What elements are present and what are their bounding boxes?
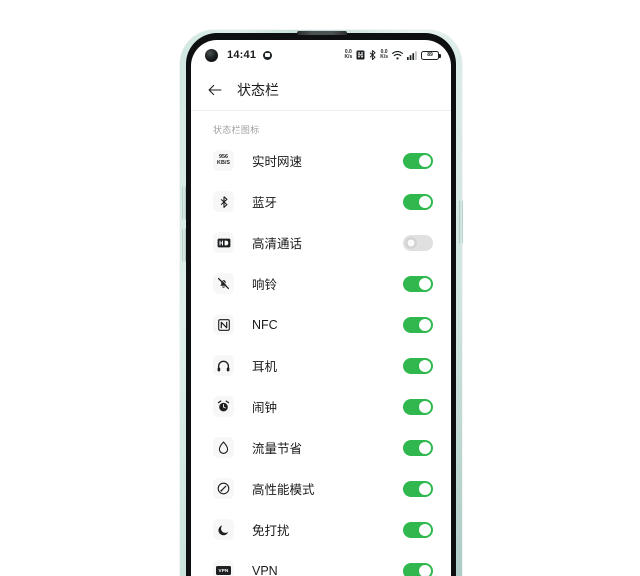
status-bar-right-icons: 0.0 K/s 0.0 K/s 89	[344, 49, 441, 60]
toggle-switch[interactable]	[403, 275, 433, 292]
vpn-icon: VPN	[213, 560, 234, 576]
performance-icon	[213, 478, 234, 499]
list-item-label: 响铃	[252, 278, 278, 292]
alarm-clock-icon	[213, 396, 234, 417]
volume-down-button[interactable]	[182, 228, 186, 262]
moon-icon	[213, 519, 234, 540]
list-item-label: 高清通话	[252, 237, 303, 251]
list-item-label: 耳机	[252, 360, 278, 374]
list-item[interactable]: 闹钟	[191, 386, 451, 427]
toggle-switch[interactable]	[403, 480, 433, 497]
status-bar: 14:41 0.0 K/s 0.0 K/s 89	[191, 40, 451, 70]
list-item-label: 实时网速	[252, 155, 303, 169]
volume-up-button[interactable]	[182, 186, 186, 220]
list-item[interactable]: 响铃	[191, 263, 451, 304]
list-item-label: 流量节省	[252, 442, 303, 456]
data-rate-icon: 0.0 K/s	[380, 49, 388, 60]
toggle-switch[interactable]	[403, 234, 433, 251]
list-item[interactable]: NFC	[191, 304, 451, 345]
list-item[interactable]: 免打扰	[191, 509, 451, 550]
toggle-switch[interactable]	[403, 439, 433, 456]
nfc-icon	[213, 314, 234, 335]
toggle-switch[interactable]	[403, 562, 433, 576]
toggle-switch[interactable]	[403, 398, 433, 415]
list-item-label: 蓝牙	[252, 196, 278, 210]
list-item[interactable]: 高性能模式	[191, 468, 451, 509]
battery-icon: 89	[421, 50, 441, 60]
toggle-switch[interactable]	[403, 152, 433, 169]
punch-hole-camera-icon	[205, 48, 218, 62]
screenshot-root: 14:41 0.0 K/s 0.0 K/s 89 状态栏 状态栏图标 956 K…	[0, 0, 640, 576]
ring-off-icon	[213, 273, 234, 294]
settings-list: 956 KB/S 实时网速 蓝牙 高清通话 响铃 NFC 耳机 闹钟 流量节省 …	[191, 140, 451, 576]
list-item-label: 高性能模式	[252, 483, 315, 497]
list-item-label: 免打扰	[252, 524, 290, 538]
signal-icon	[407, 50, 417, 60]
toggle-switch[interactable]	[403, 316, 433, 333]
hd-voice-icon	[213, 232, 234, 253]
bluetooth-icon	[213, 191, 234, 212]
data-saver-icon	[213, 437, 234, 458]
list-item[interactable]: 高清通话	[191, 222, 451, 263]
phone-screen: 14:41 0.0 K/s 0.0 K/s 89 状态栏 状态栏图标 956 K…	[191, 40, 451, 576]
toggle-switch[interactable]	[403, 521, 433, 538]
earpiece-speaker	[297, 31, 347, 35]
list-item[interactable]: VPN VPN	[191, 550, 451, 576]
toggle-switch[interactable]	[403, 357, 433, 374]
list-item[interactable]: 蓝牙	[191, 181, 451, 222]
power-button[interactable]	[459, 200, 463, 244]
list-item-label: NFC	[252, 317, 278, 332]
bluetooth-icon	[369, 50, 376, 60]
list-item[interactable]: 耳机	[191, 345, 451, 386]
alarm-icon	[263, 50, 273, 60]
status-bar-time: 14:41	[227, 49, 257, 61]
list-item-label: 闹钟	[252, 401, 278, 415]
arrow-left-icon[interactable]	[207, 82, 223, 98]
network-speed-icon: 956 KB/S	[213, 150, 234, 171]
list-item-label: VPN	[252, 563, 278, 576]
list-item[interactable]: 流量节省	[191, 427, 451, 468]
toggle-switch[interactable]	[403, 193, 433, 210]
section-label: 状态栏图标	[213, 125, 260, 135]
wifi-icon	[392, 50, 403, 59]
headphones-icon	[213, 355, 234, 376]
net-speed-icon: 0.0 K/s	[344, 49, 353, 60]
page-title: 状态栏	[237, 82, 279, 98]
sim-icon	[356, 50, 365, 60]
list-item[interactable]: 956 KB/S 实时网速	[191, 140, 451, 181]
app-bar: 状态栏	[191, 70, 451, 110]
